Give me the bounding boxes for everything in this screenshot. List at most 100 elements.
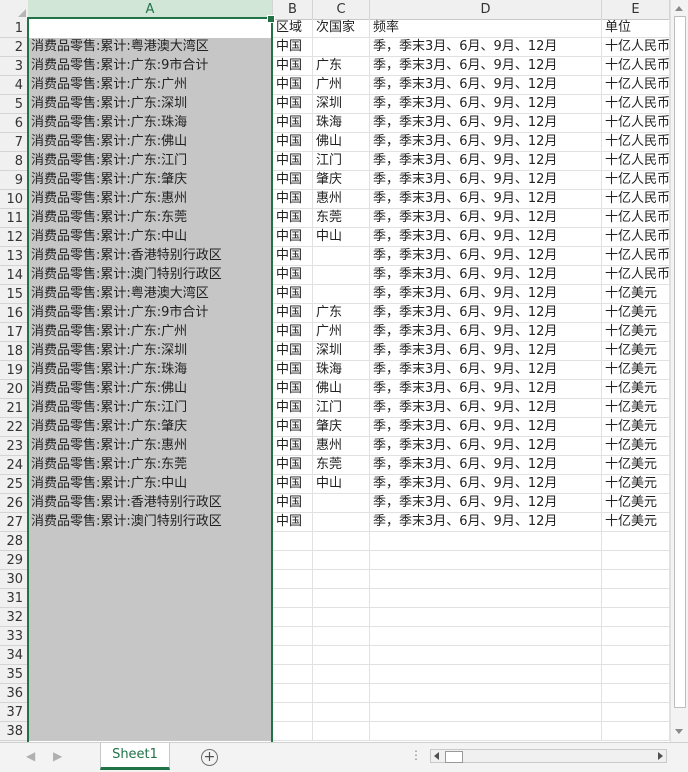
cell-a[interactable]: 消费品零售:累计:广东:中山 bbox=[28, 228, 273, 247]
row-header[interactable]: 36 bbox=[0, 684, 28, 703]
row-header[interactable]: 4 bbox=[0, 76, 28, 95]
cell-e[interactable] bbox=[602, 722, 670, 741]
cell-e[interactable] bbox=[602, 551, 670, 570]
row-header[interactable]: 30 bbox=[0, 570, 28, 589]
cell-e[interactable] bbox=[602, 570, 670, 589]
cell-b[interactable] bbox=[273, 608, 313, 627]
row-header[interactable]: 16 bbox=[0, 304, 28, 323]
cell-c[interactable]: 珠海 bbox=[313, 361, 370, 380]
cell-d[interactable]: 季，季末3月、6月、9月、12月 bbox=[370, 190, 602, 209]
row-header[interactable]: 18 bbox=[0, 342, 28, 361]
cell-a[interactable] bbox=[28, 532, 273, 551]
cell-b[interactable]: 中国 bbox=[273, 304, 313, 323]
cell-d[interactable]: 季，季末3月、6月、9月、12月 bbox=[370, 76, 602, 95]
cell-c[interactable]: 东莞 bbox=[313, 209, 370, 228]
cell-d[interactable]: 季，季末3月、6月、9月、12月 bbox=[370, 380, 602, 399]
cell-c[interactable] bbox=[313, 266, 370, 285]
cell-a[interactable]: 消费品零售:累计:澳门特别行政区 bbox=[28, 513, 273, 532]
cell-d[interactable] bbox=[370, 703, 602, 722]
row-header[interactable]: 32 bbox=[0, 608, 28, 627]
horizontal-scroll-thumb[interactable] bbox=[445, 751, 463, 763]
column-header-b[interactable]: B bbox=[273, 0, 313, 19]
cell-c[interactable] bbox=[313, 570, 370, 589]
row-header[interactable]: 7 bbox=[0, 133, 28, 152]
cell-a[interactable] bbox=[28, 722, 273, 741]
cell-e[interactable]: 十亿美元 bbox=[602, 437, 670, 456]
cell-e[interactable] bbox=[602, 589, 670, 608]
cell-d[interactable]: 季，季末3月、6月、9月、12月 bbox=[370, 285, 602, 304]
row-header[interactable]: 6 bbox=[0, 114, 28, 133]
cell-c[interactable] bbox=[313, 684, 370, 703]
cell-d[interactable]: 季，季末3月、6月、9月、12月 bbox=[370, 304, 602, 323]
cell-e[interactable]: 十亿人民币 bbox=[602, 95, 670, 114]
cell-e[interactable]: 十亿美元 bbox=[602, 285, 670, 304]
prev-sheet-icon[interactable]: ◀ bbox=[26, 749, 35, 763]
row-header[interactable]: 31 bbox=[0, 589, 28, 608]
cell-d[interactable] bbox=[370, 608, 602, 627]
row-header[interactable]: 20 bbox=[0, 380, 28, 399]
cell-d[interactable]: 季，季末3月、6月、9月、12月 bbox=[370, 171, 602, 190]
cell-e[interactable]: 十亿美元 bbox=[602, 304, 670, 323]
cell-d[interactable]: 季，季末3月、6月、9月、12月 bbox=[370, 266, 602, 285]
cell-c[interactable]: 中山 bbox=[313, 228, 370, 247]
cell-a[interactable] bbox=[28, 19, 273, 38]
cell-b[interactable]: 中国 bbox=[273, 285, 313, 304]
cell-a[interactable] bbox=[28, 665, 273, 684]
cell-e[interactable]: 十亿人民币 bbox=[602, 171, 670, 190]
cell-b[interactable]: 中国 bbox=[273, 513, 313, 532]
cell-d[interactable]: 季，季末3月、6月、9月、12月 bbox=[370, 437, 602, 456]
cell-a[interactable]: 消费品零售:累计:澳门特别行政区 bbox=[28, 266, 273, 285]
cell-c[interactable]: 珠海 bbox=[313, 114, 370, 133]
row-header[interactable]: 3 bbox=[0, 57, 28, 76]
row-header[interactable]: 23 bbox=[0, 437, 28, 456]
cell-d[interactable] bbox=[370, 684, 602, 703]
cell-c[interactable] bbox=[313, 285, 370, 304]
cell-b[interactable]: 中国 bbox=[273, 38, 313, 57]
row-header[interactable]: 14 bbox=[0, 266, 28, 285]
cell-c[interactable]: 广东 bbox=[313, 304, 370, 323]
cell-c[interactable]: 次国家 bbox=[313, 19, 370, 38]
cell-e[interactable]: 十亿人民币 bbox=[602, 57, 670, 76]
cell-d[interactable]: 季，季末3月、6月、9月、12月 bbox=[370, 342, 602, 361]
cell-c[interactable]: 中山 bbox=[313, 475, 370, 494]
add-sheet-icon[interactable]: + bbox=[201, 749, 218, 766]
cell-a[interactable] bbox=[28, 703, 273, 722]
cell-a[interactable]: 消费品零售:累计:广东:深圳 bbox=[28, 342, 273, 361]
row-header[interactable]: 22 bbox=[0, 418, 28, 437]
cell-e[interactable] bbox=[602, 608, 670, 627]
cell-b[interactable]: 中国 bbox=[273, 323, 313, 342]
cell-a[interactable] bbox=[28, 589, 273, 608]
vertical-scrollbar[interactable] bbox=[670, 0, 688, 742]
cell-c[interactable] bbox=[313, 551, 370, 570]
cell-a[interactable]: 消费品零售:累计:广东:珠海 bbox=[28, 114, 273, 133]
cell-b[interactable] bbox=[273, 665, 313, 684]
cell-c[interactable] bbox=[313, 646, 370, 665]
cell-c[interactable]: 肇庆 bbox=[313, 171, 370, 190]
cell-a[interactable]: 消费品零售:累计:广东:肇庆 bbox=[28, 171, 273, 190]
tab-split-handle-icon[interactable]: ⋮ bbox=[410, 748, 422, 762]
cell-d[interactable]: 季，季末3月、6月、9月、12月 bbox=[370, 152, 602, 171]
cell-d[interactable]: 频率 bbox=[370, 19, 602, 38]
cell-d[interactable]: 季，季末3月、6月、9月、12月 bbox=[370, 494, 602, 513]
cell-b[interactable]: 中国 bbox=[273, 114, 313, 133]
cell-d[interactable]: 季，季末3月、6月、9月、12月 bbox=[370, 361, 602, 380]
cell-e[interactable] bbox=[602, 684, 670, 703]
cell-d[interactable] bbox=[370, 570, 602, 589]
row-header[interactable]: 37 bbox=[0, 703, 28, 722]
row-header[interactable]: 13 bbox=[0, 247, 28, 266]
cell-e[interactable]: 十亿人民币 bbox=[602, 228, 670, 247]
cell-d[interactable]: 季，季末3月、6月、9月、12月 bbox=[370, 114, 602, 133]
cell-a[interactable] bbox=[28, 551, 273, 570]
cell-b[interactable] bbox=[273, 684, 313, 703]
row-header[interactable]: 2 bbox=[0, 38, 28, 57]
vertical-scroll-thumb[interactable] bbox=[674, 16, 686, 708]
cell-d[interactable]: 季，季末3月、6月、9月、12月 bbox=[370, 323, 602, 342]
row-header[interactable]: 12 bbox=[0, 228, 28, 247]
cell-b[interactable]: 中国 bbox=[273, 399, 313, 418]
cell-b[interactable] bbox=[273, 703, 313, 722]
cell-d[interactable]: 季，季末3月、6月、9月、12月 bbox=[370, 399, 602, 418]
cell-b[interactable] bbox=[273, 551, 313, 570]
cell-a[interactable]: 消费品零售:累计:广东:佛山 bbox=[28, 133, 273, 152]
cell-a[interactable]: 消费品零售:累计:广东:广州 bbox=[28, 323, 273, 342]
cell-a[interactable]: 消费品零售:累计:广东:广州 bbox=[28, 76, 273, 95]
